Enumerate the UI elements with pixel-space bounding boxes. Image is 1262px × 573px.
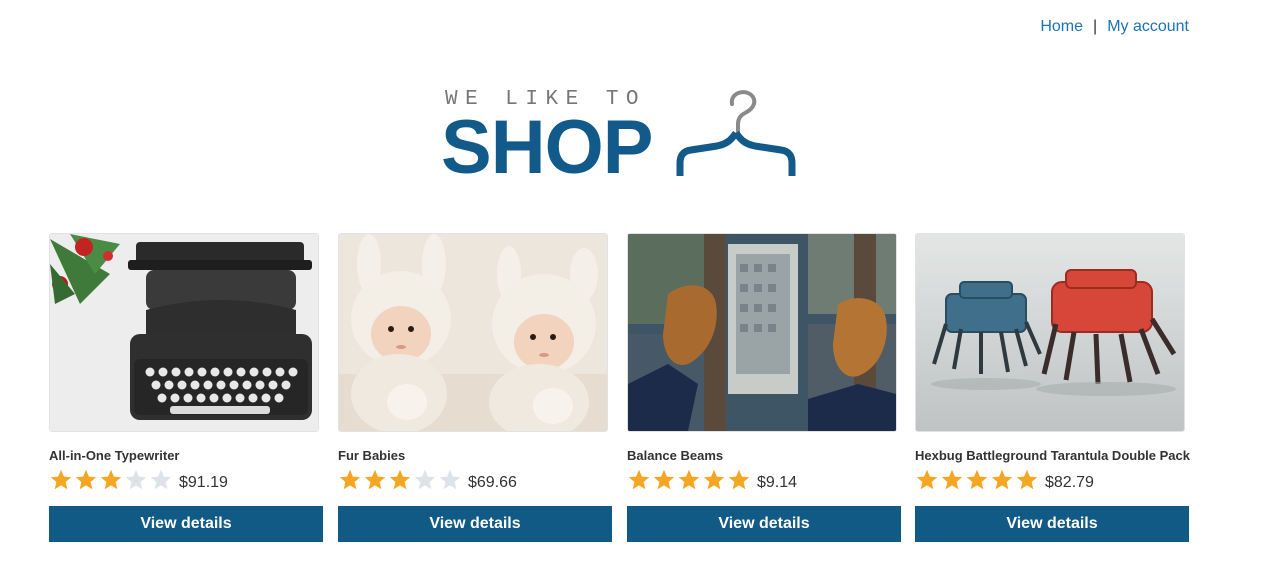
- product-price: $82.79: [1045, 474, 1094, 491]
- star-rating: [627, 468, 751, 492]
- star-filled-icon: [965, 468, 989, 492]
- view-details-button[interactable]: View details: [338, 506, 612, 542]
- star-filled-icon: [677, 468, 701, 492]
- star-empty-icon: [149, 468, 173, 492]
- view-details-button[interactable]: View details: [627, 506, 901, 542]
- product-card: Balance Beams $9.14 View details: [627, 233, 901, 542]
- star-rating: [338, 468, 462, 492]
- star-filled-icon: [388, 468, 412, 492]
- star-empty-icon: [438, 468, 462, 492]
- product-grid: All-in-One Typewriter $91.19 View detail…: [49, 233, 1190, 543]
- star-filled-icon: [915, 468, 939, 492]
- product-rating-row: $82.79: [915, 468, 1189, 492]
- star-filled-icon: [990, 468, 1014, 492]
- product-price: $91.19: [179, 474, 228, 491]
- product-price: $69.66: [468, 474, 517, 491]
- product-card: Fur Babies $69.66 View details: [338, 233, 612, 542]
- star-filled-icon: [727, 468, 751, 492]
- product-price: $9.14: [757, 474, 798, 491]
- hanger-icon: [676, 90, 796, 176]
- logo-wordmark: SHOP: [441, 105, 653, 190]
- nav-separator: |: [1093, 18, 1098, 35]
- star-filled-icon: [338, 468, 362, 492]
- product-image-fur-babies[interactable]: [338, 233, 608, 432]
- top-nav: Home | My account: [1040, 17, 1189, 37]
- product-title: Hexbug Battleground Tarantula Double Pac…: [915, 448, 1190, 463]
- star-filled-icon: [74, 468, 98, 492]
- star-filled-icon: [363, 468, 387, 492]
- product-rating-row: $69.66: [338, 468, 612, 492]
- star-rating: [915, 468, 1039, 492]
- star-filled-icon: [652, 468, 676, 492]
- view-details-button[interactable]: View details: [49, 506, 323, 542]
- star-empty-icon: [413, 468, 437, 492]
- star-filled-icon: [627, 468, 651, 492]
- product-title: Balance Beams: [627, 448, 724, 463]
- product-image-typewriter[interactable]: [49, 233, 319, 432]
- star-filled-icon: [99, 468, 123, 492]
- home-link[interactable]: Home: [1040, 18, 1083, 35]
- product-image-balance-beams[interactable]: [627, 233, 897, 432]
- star-filled-icon: [49, 468, 73, 492]
- star-filled-icon: [940, 468, 964, 492]
- product-rating-row: $9.14: [627, 468, 901, 492]
- product-image-hexbug[interactable]: [915, 233, 1185, 432]
- view-details-button[interactable]: View details: [915, 506, 1189, 542]
- site-logo: WE LIKE TO SHOP: [441, 84, 801, 188]
- star-rating: [49, 468, 173, 492]
- my-account-link[interactable]: My account: [1107, 18, 1189, 35]
- product-card: All-in-One Typewriter $91.19 View detail…: [49, 233, 323, 542]
- star-empty-icon: [124, 468, 148, 492]
- star-filled-icon: [1015, 468, 1039, 492]
- star-filled-icon: [702, 468, 726, 492]
- product-title: All-in-One Typewriter: [49, 448, 180, 463]
- product-rating-row: $91.19: [49, 468, 323, 492]
- product-card: Hexbug Battleground Tarantula Double Pac…: [915, 233, 1190, 542]
- product-title: Fur Babies: [338, 448, 406, 463]
